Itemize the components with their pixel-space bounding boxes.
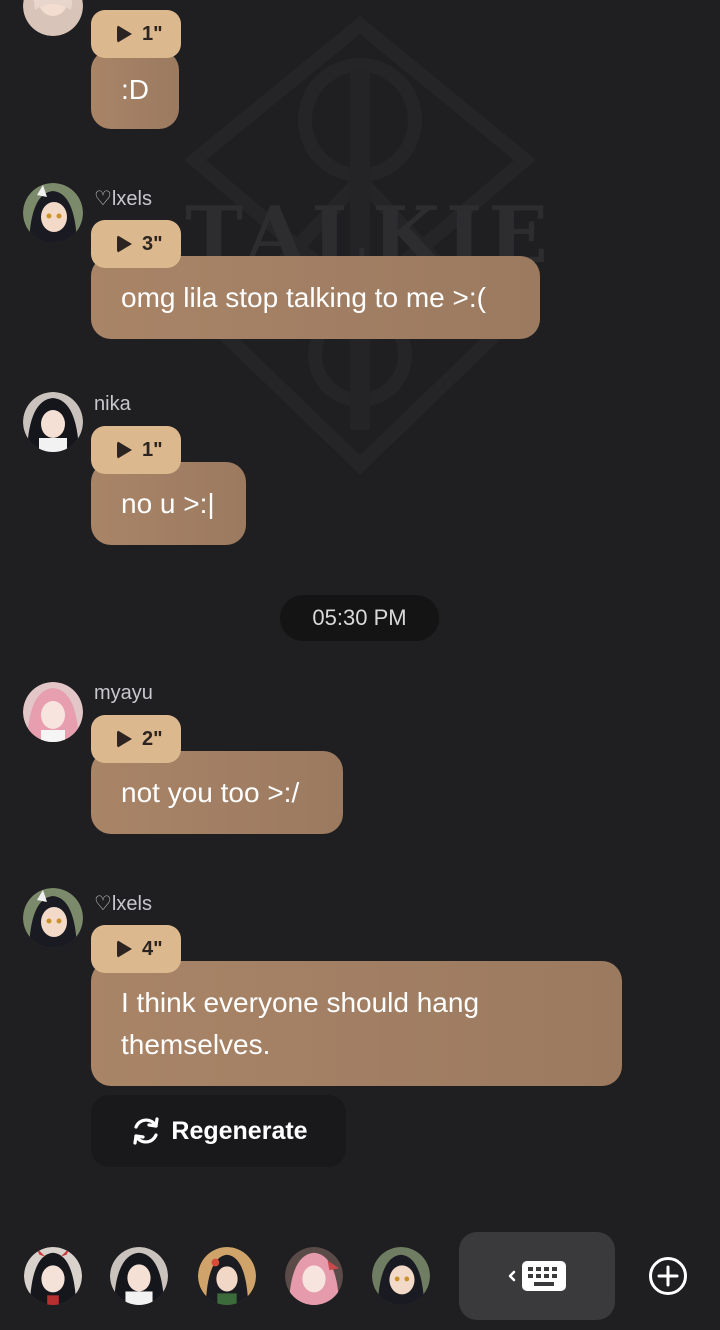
chat-screen: TALKIE 1" :D ♡lxels 3" omg lila stop tal…: [0, 0, 720, 1330]
character-avatar-button[interactable]: [372, 1247, 430, 1305]
regenerate-label: Regenerate: [171, 1116, 308, 1145]
duration-label: 3": [142, 232, 163, 255]
message-bubble[interactable]: :D: [91, 50, 179, 129]
username: myayu: [94, 682, 153, 704]
avatar[interactable]: [23, 682, 83, 742]
message-text: omg lila stop talking to me >:(: [121, 281, 486, 313]
character-avatar-button[interactable]: [110, 1247, 168, 1305]
voice-duration-pill[interactable]: 1": [91, 10, 181, 58]
keyboard-icon: [522, 1261, 566, 1291]
message-text-line: themselves.: [121, 1028, 271, 1060]
message-text: no u >:|: [121, 487, 215, 519]
play-icon: [117, 235, 132, 253]
avatar[interactable]: [23, 0, 83, 36]
refresh-icon: [129, 1114, 163, 1148]
message-text-line: I think everyone should hang: [121, 986, 480, 1018]
play-icon: [117, 441, 132, 459]
username: ♡lxels: [94, 893, 152, 915]
avatar[interactable]: [23, 888, 83, 948]
message-bubble[interactable]: omg lila stop talking to me >:(: [91, 256, 540, 339]
message-bubble[interactable]: not you too >:/: [91, 751, 343, 834]
duration-label: 4": [142, 937, 163, 960]
character-avatar-button[interactable]: [198, 1247, 256, 1305]
time-divider: 05:30 PM: [280, 595, 439, 641]
regenerate-button[interactable]: Regenerate: [91, 1095, 346, 1167]
plus-circle-icon[interactable]: [648, 1256, 688, 1296]
message-text: :D: [121, 73, 149, 105]
avatar[interactable]: [23, 183, 83, 243]
message-bubble[interactable]: I think everyone should hang themselves.: [91, 961, 622, 1086]
play-icon: [117, 940, 132, 958]
username: ♡lxels: [94, 188, 152, 210]
username: nika: [94, 393, 131, 415]
avatar[interactable]: [23, 392, 83, 452]
bottom-bar: [0, 1222, 720, 1330]
voice-duration-pill[interactable]: 2": [91, 715, 181, 763]
play-icon: [117, 25, 132, 43]
message-bubble[interactable]: no u >:|: [91, 462, 246, 545]
character-avatar-button[interactable]: [285, 1247, 343, 1305]
duration-label: 1": [142, 438, 163, 461]
message-text: not you too >:/: [121, 776, 300, 808]
voice-duration-pill[interactable]: 3": [91, 220, 181, 268]
keyboard-toggle-button[interactable]: [459, 1232, 615, 1320]
voice-duration-pill[interactable]: 1": [91, 426, 181, 474]
duration-label: 2": [142, 727, 163, 750]
character-avatar-button[interactable]: [24, 1247, 82, 1305]
duration-label: 1": [142, 22, 163, 45]
voice-duration-pill[interactable]: 4": [91, 925, 181, 973]
play-icon: [117, 730, 132, 748]
chevron-left-icon: [508, 1270, 516, 1282]
